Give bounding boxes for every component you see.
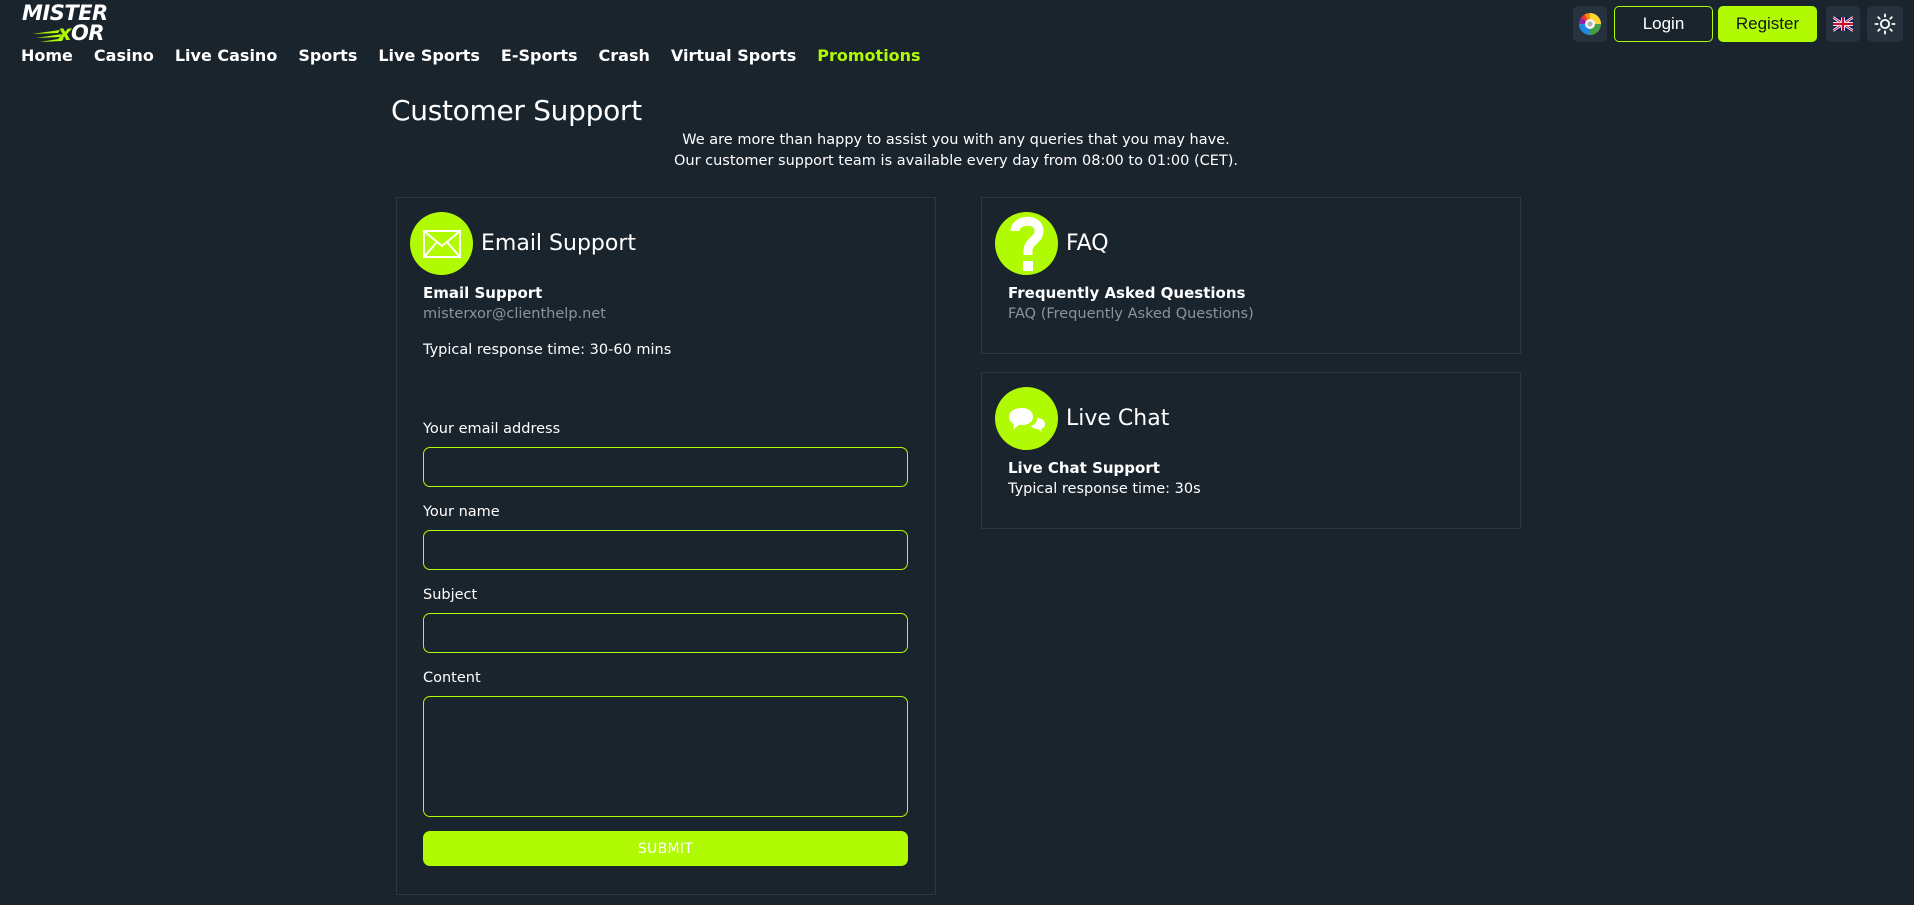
intro-line-2: Our customer support team is available e…: [673, 153, 1239, 169]
live-chat-header: Live Chat: [995, 387, 1169, 450]
content-textarea[interactable]: [423, 696, 908, 817]
subject-field[interactable]: [423, 613, 908, 653]
chat-icon-circle: [995, 387, 1058, 450]
faq-header: FAQ: [995, 212, 1109, 275]
faq-subtitle: Frequently Asked Questions: [1008, 284, 1246, 302]
main-nav: Home Casino Live Casino Sports Live Spor…: [21, 46, 921, 66]
uk-flag-icon: [1833, 16, 1853, 32]
email-field-label: Your email address: [423, 421, 561, 437]
faq-icon-circle: [995, 212, 1058, 275]
nav-item-live-sports[interactable]: Live Sports: [378, 46, 480, 66]
live-chat-title: Live Chat: [1066, 405, 1170, 431]
nav-item-e-sports[interactable]: E-Sports: [501, 46, 578, 66]
email-field[interactable]: [423, 447, 908, 487]
nav-item-crash[interactable]: Crash: [599, 46, 650, 66]
faq-title: FAQ: [1066, 230, 1109, 256]
login-button[interactable]: Login: [1614, 6, 1713, 42]
sun-icon: [1874, 13, 1896, 35]
nav-item-promotions[interactable]: Promotions: [817, 46, 920, 66]
language-button[interactable]: [1826, 6, 1860, 42]
faq-link[interactable]: FAQ (Frequently Asked Questions): [1008, 304, 1254, 324]
name-field[interactable]: [423, 530, 908, 570]
live-chat-response-time: Typical response time: 30s: [1008, 481, 1201, 497]
email-support-header: Email Support: [410, 212, 636, 275]
email-support-subtitle: Email Support: [423, 284, 543, 302]
email-support-title: Email Support: [481, 230, 636, 256]
brand-logo[interactable]: MISTER xOR: [20, 2, 110, 44]
faq-card: FAQ Frequently Asked Questions FAQ (Freq…: [981, 197, 1521, 354]
chat-bubbles-icon: [1008, 407, 1045, 432]
content-field-label: Content: [423, 670, 481, 686]
envelope-icon: [422, 229, 461, 258]
email-support-card: Email Support Email Support misterxor@cl…: [396, 197, 936, 895]
support-email-link[interactable]: misterxor@clienthelp.net: [423, 304, 606, 324]
live-chat-card[interactable]: Live Chat Live Chat Support Typical resp…: [981, 372, 1521, 529]
email-icon-circle: [410, 212, 473, 275]
nav-item-casino[interactable]: Casino: [94, 46, 154, 66]
register-button[interactable]: Register: [1718, 6, 1817, 42]
submit-button[interactable]: SUBMIT: [423, 831, 908, 866]
question-mark-icon: [1010, 216, 1044, 271]
email-response-time: Typical response time: 30-60 mins: [423, 342, 672, 358]
wheel-button[interactable]: [1573, 6, 1607, 42]
nav-item-home[interactable]: Home: [21, 46, 73, 66]
nav-item-sports[interactable]: Sports: [298, 46, 357, 66]
name-field-label: Your name: [423, 504, 500, 520]
intro-line-1: We are more than happy to assist you wit…: [682, 132, 1230, 148]
color-wheel-icon: [1579, 13, 1601, 35]
page-title: Customer Support: [391, 94, 642, 127]
logo-text-xor: xOR: [58, 21, 105, 45]
intro-text: We are more than happy to assist you wit…: [391, 130, 1521, 172]
live-chat-subtitle: Live Chat Support: [1008, 459, 1160, 477]
nav-item-live-casino[interactable]: Live Casino: [175, 46, 277, 66]
subject-field-label: Subject: [423, 587, 478, 603]
nav-item-virtual-sports[interactable]: Virtual Sports: [671, 46, 796, 66]
theme-toggle-button[interactable]: [1867, 6, 1903, 42]
